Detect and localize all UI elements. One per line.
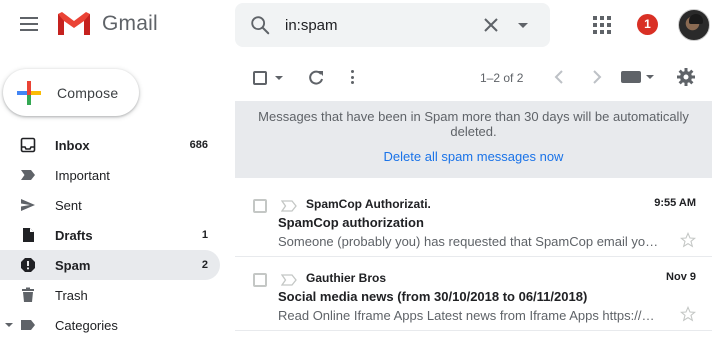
message-subject: SpamCop authorization (278, 215, 424, 230)
compose-button[interactable]: Compose (3, 69, 139, 116)
message-time: 9:55 AM (654, 197, 696, 209)
more-dot (351, 81, 354, 84)
select-options-icon[interactable] (275, 76, 283, 80)
spam-notice-text: Messages that have been in Spam more tha… (258, 109, 689, 139)
search-icon[interactable] (249, 14, 271, 36)
message-subject: Social media news (from 30/10/2018 to 06… (278, 289, 588, 304)
gear-icon[interactable] (677, 68, 695, 86)
select-all-checkbox[interactable] (253, 71, 267, 85)
menu-line (20, 17, 38, 19)
gmail-wordmark: Gmail (102, 11, 158, 35)
clear-search-icon[interactable] (481, 15, 501, 35)
sidebar-item-label: Spam (55, 257, 91, 273)
search-input[interactable] (285, 11, 465, 39)
more-dot (351, 70, 354, 73)
gmail-m-icon (58, 12, 90, 35)
search-options-icon[interactable] (517, 22, 529, 30)
sidebar-nav: Inbox 686 Important Sent Drafts 1 Spam 2 (0, 130, 220, 340)
avatar[interactable] (678, 9, 710, 41)
sidebar-item-label: Sent (55, 197, 82, 213)
apps-dot (600, 30, 604, 34)
star-icon[interactable] (680, 232, 696, 248)
spam-icon (21, 258, 35, 272)
menu-line (20, 29, 38, 31)
sidebar-item-label: Important (55, 167, 110, 183)
sidebar-item-label: Trash (55, 287, 88, 303)
gmail-logo[interactable]: Gmail (56, 10, 158, 37)
message-sender: Gauthier Bros (306, 271, 387, 285)
sidebar-item-important[interactable]: Important (0, 160, 220, 190)
table-row[interactable]: Gauthier Bros Nov 9 Social media news (f… (235, 257, 712, 331)
message-time: Nov 9 (666, 271, 696, 283)
sidebar-item-label: Categories (55, 317, 118, 333)
delete-all-spam-link[interactable]: Delete all spam messages now (235, 149, 712, 164)
main-menu-button[interactable] (20, 17, 38, 31)
star-icon[interactable] (680, 306, 696, 322)
table-row[interactable]: SpamCop Authorizati. 9:55 AM SpamCop aut… (235, 183, 712, 257)
label-icon (21, 320, 35, 330)
compose-label: Compose (57, 84, 119, 101)
important-icon (21, 170, 35, 180)
important-marker-icon[interactable] (281, 200, 297, 212)
mail-toolbar: 1–2 of 2 (235, 56, 712, 100)
chevron-left-icon[interactable] (553, 70, 565, 84)
apps-dot (607, 16, 611, 20)
expand-caret-icon[interactable] (5, 323, 13, 327)
apps-dot (607, 30, 611, 34)
more-dot (351, 75, 354, 79)
more-options-icon[interactable] (351, 70, 354, 84)
sidebar-item-categories[interactable]: Categories (0, 310, 220, 340)
important-marker-icon[interactable] (281, 274, 297, 286)
sidebar-item-label: Inbox (55, 137, 90, 153)
apps-dot (600, 16, 604, 20)
pagination-range: 1–2 of 2 (480, 71, 524, 85)
spam-notice-banner: Messages that have been in Spam more tha… (235, 101, 712, 178)
apps-dot (607, 23, 611, 27)
notification-badge[interactable]: 1 (637, 14, 658, 35)
sidebar-item-sent[interactable]: Sent (0, 190, 220, 220)
sidebar-item-count: 1 (201, 229, 208, 241)
apps-dot (593, 23, 597, 27)
search-bar[interactable] (235, 3, 550, 47)
sidebar-item-count: 686 (189, 139, 208, 151)
keyboard-icon[interactable] (621, 71, 641, 83)
message-snippet: Read Online Iframe Apps Latest news from… (278, 308, 655, 323)
row-checkbox[interactable] (253, 273, 267, 287)
row-checkbox[interactable] (253, 199, 267, 213)
sidebar-item-inbox[interactable]: Inbox 686 (0, 130, 220, 160)
refresh-icon[interactable] (307, 69, 325, 87)
sidebar-item-label: Drafts (55, 227, 93, 243)
menu-line (20, 23, 38, 25)
draft-icon (23, 228, 34, 242)
compose-plus-icon (17, 80, 41, 105)
message-sender: SpamCop Authorizati. (306, 197, 431, 211)
apps-dot (593, 16, 597, 20)
apps-dot (600, 23, 604, 27)
trash-icon (22, 287, 34, 302)
message-snippet: Someone (probably you) has requested tha… (278, 234, 659, 249)
input-tools-dropdown-icon[interactable] (646, 75, 654, 79)
sidebar-item-spam[interactable]: Spam 2 (0, 250, 220, 280)
sidebar-item-count: 2 (201, 259, 208, 271)
inbox-icon (20, 137, 36, 153)
chevron-right-icon[interactable] (591, 70, 603, 84)
sidebar-item-trash[interactable]: Trash (0, 280, 220, 310)
send-icon (21, 199, 35, 211)
apps-dot (593, 30, 597, 34)
sidebar-item-drafts[interactable]: Drafts 1 (0, 220, 220, 250)
apps-grid-icon[interactable] (593, 16, 611, 34)
